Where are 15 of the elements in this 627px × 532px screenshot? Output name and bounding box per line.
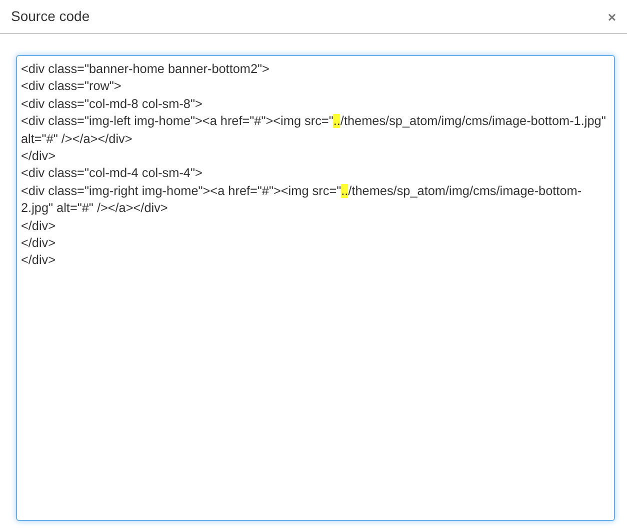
- code-line: alt="#" /></a></div>: [21, 130, 132, 148]
- code-line: </div>: [21, 218, 56, 235]
- close-button[interactable]: ×: [608, 10, 616, 24]
- code-line: <div class="row">: [21, 78, 122, 96]
- code-line: </div>: [21, 235, 56, 252]
- code-line: <div class="img-right img-home"><a href="#"><img src="../themes/sp_atom/img/cms/image-bottom-: [21, 182, 582, 200]
- dialog-title: Source code: [11, 7, 90, 26]
- code-line: <div class="col-md-8 col-sm-8">: [21, 96, 202, 113]
- code-line: 2.jpg" alt="#" /></a></div>: [21, 200, 168, 218]
- code-line: <div class="banner-home banner-bottom2">: [21, 61, 270, 78]
- code-line: <div class="img-left img-home"><a href="#"><img src="../themes/sp_atom/img/cms/image-bottom-1.jpg": [21, 113, 606, 130]
- code-line: </div>: [21, 252, 56, 270]
- code-line: <div class="col-md-4 col-sm-4">: [21, 165, 202, 182]
- code-line: </div>: [21, 148, 56, 166]
- code-editor-field[interactable]: [16, 55, 615, 521]
